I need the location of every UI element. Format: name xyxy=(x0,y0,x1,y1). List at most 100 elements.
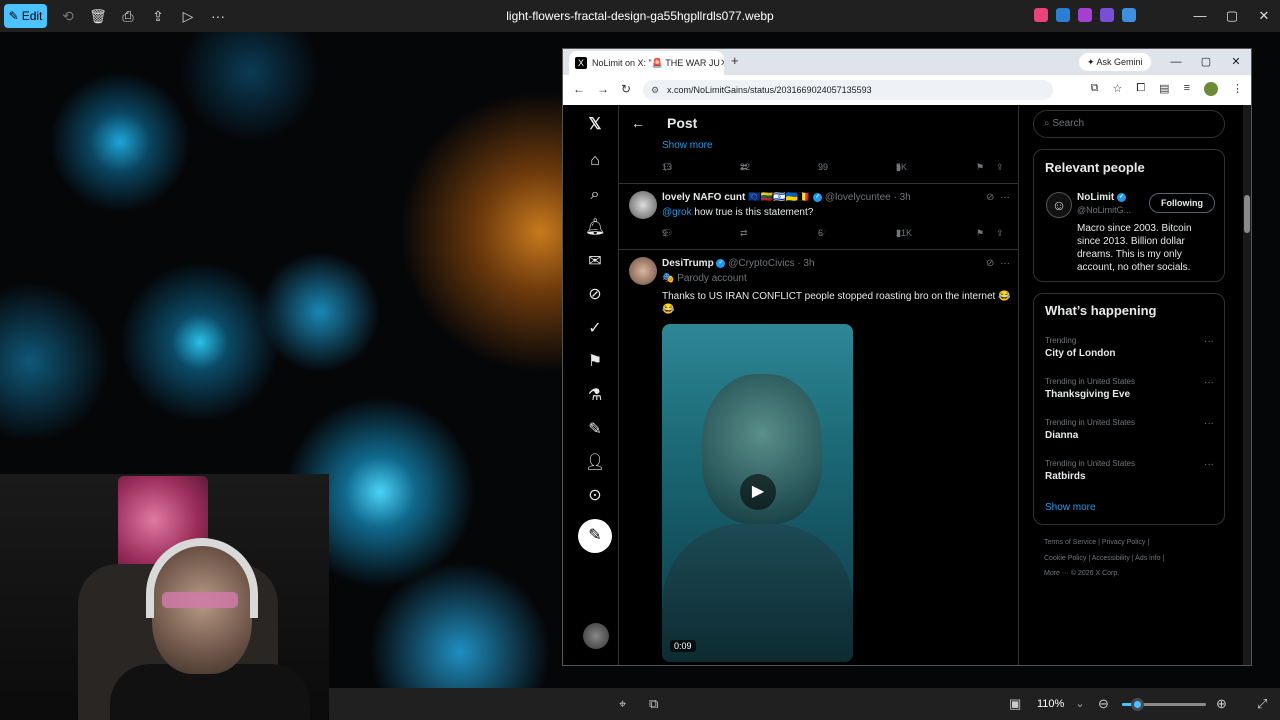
play-icon[interactable]: ▶ xyxy=(740,474,776,510)
profile-icon[interactable]: 👤︎ xyxy=(585,453,605,473)
zoom-slider[interactable] xyxy=(1122,698,1206,711)
more-icon[interactable]: ··· xyxy=(203,4,233,28)
edit-icon: ✎ xyxy=(8,9,19,23)
scrollbar[interactable] xyxy=(1243,105,1251,665)
profile-avatar[interactable] xyxy=(1204,82,1218,96)
compose-post-button[interactable]: ✎ xyxy=(578,519,612,553)
browser-menu-icon[interactable]: ⋮ xyxy=(1232,82,1243,96)
trend-more-icon[interactable]: ··· xyxy=(1204,459,1214,470)
new-tab-icon[interactable]: + xyxy=(731,53,739,68)
reload-icon[interactable]: ↻ xyxy=(621,82,631,96)
tweet-text: Thanks to US IRAN CONFLICT people stoppe… xyxy=(662,291,1011,315)
verified-icon: ✓ xyxy=(1117,192,1126,202)
grok-tweet-icon[interactable]: ⊘ xyxy=(986,192,994,203)
home-icon[interactable]: ⌂ xyxy=(585,151,605,171)
sidebar-icon[interactable]: ▤ xyxy=(1159,82,1169,96)
tweet-avatar[interactable] xyxy=(629,257,657,285)
footer-links[interactable]: Terms of Service | Privacy Policy | xyxy=(1044,539,1149,546)
url-field[interactable]: ⚙ x.com/NoLimitGains/status/203166902405… xyxy=(643,80,1053,100)
edit-button[interactable]: ✎ Edit xyxy=(4,4,47,28)
show-more-link[interactable]: Show more xyxy=(1045,502,1096,513)
onedrive-icon[interactable] xyxy=(1122,8,1136,22)
copilot-icon[interactable] xyxy=(1034,8,1048,22)
grok-tweet-icon[interactable]: ⊘ xyxy=(986,258,994,269)
browser-close-icon[interactable]: ✕ xyxy=(1221,49,1251,75)
tweet-avatar[interactable] xyxy=(629,191,657,219)
browser-minimize-icon[interactable]: — xyxy=(1161,49,1191,75)
browser-maximize-icon[interactable]: ▢ xyxy=(1191,49,1221,75)
tab-close-icon[interactable]: ✕ xyxy=(720,58,724,69)
forward-arrow-icon[interactable]: → xyxy=(597,82,609,96)
x-page: 𝕏 ⌂ ⌕ 🔔︎ ✉ ⊘ ✓ ⚑ ⚗ ✎ 👤︎ ⊙ ✎ ← Post Show … xyxy=(563,105,1251,665)
footer-links[interactable]: Cookie Policy | Accessibility | Ads info… xyxy=(1044,555,1164,562)
ask-gemini-button[interactable]: ✦ Ask Gemini xyxy=(1079,53,1151,71)
close-icon[interactable]: ✕ xyxy=(1248,0,1280,32)
back-icon[interactable]: ← xyxy=(631,115,645,131)
explore-icon[interactable]: ⌕ xyxy=(585,185,605,205)
articles-icon[interactable]: ✎ xyxy=(585,420,605,440)
visual-search-icon[interactable]: ⌖ xyxy=(619,688,626,720)
text-extract-icon[interactable]: ⧉ xyxy=(649,688,658,720)
share-post-icon[interactable]: ⇪ xyxy=(996,228,1004,239)
bookmark-star-icon[interactable]: ☆ xyxy=(1112,82,1122,96)
trend-item[interactable]: Thanksgiving Eve xyxy=(1045,389,1130,400)
x-right-sidebar: ⌕ Search Relevant people ☺ NoLimit ✓ @No… xyxy=(1019,105,1251,665)
browser-window: X NoLimit on X: "🚨 THE WAR JU ✕ + ✦ Ask … xyxy=(562,48,1252,666)
fit-icon[interactable]: ▣ xyxy=(1009,688,1021,720)
bookmarks-icon[interactable]: ⚑ xyxy=(585,352,605,372)
media-icon[interactable]: ≡ xyxy=(1184,82,1190,96)
bookmark-icon[interactable]: ⚑ xyxy=(976,162,984,173)
trend-item[interactable]: Dianna xyxy=(1045,430,1078,441)
trend-more-icon[interactable]: ··· xyxy=(1204,377,1214,388)
person-name[interactable]: NoLimit ✓ xyxy=(1077,192,1126,203)
clipchamp-icon[interactable] xyxy=(1078,8,1092,22)
zoom-slider-thumb[interactable] xyxy=(1131,698,1145,711)
bookmark-icon[interactable]: ⚑ xyxy=(976,228,984,239)
verified-orgs-icon[interactable]: ✓ xyxy=(585,319,605,339)
site-info-icon[interactable]: ⚙ xyxy=(651,80,659,100)
slideshow-icon[interactable]: ▷ xyxy=(173,4,203,28)
back-arrow-icon[interactable]: ← xyxy=(573,82,585,96)
video-player[interactable]: ▶ 0:09 xyxy=(662,324,853,662)
tweet-more-icon[interactable]: ··· xyxy=(1000,192,1010,203)
share-icon[interactable]: ⇪ xyxy=(143,4,173,28)
trend-item[interactable]: City of London xyxy=(1045,348,1116,359)
rotate-icon[interactable]: ⟲ xyxy=(53,4,83,28)
following-button[interactable]: Following xyxy=(1149,193,1215,213)
trend-more-icon[interactable]: ··· xyxy=(1204,336,1214,347)
scrollbar-thumb[interactable] xyxy=(1244,195,1250,233)
more-circle-icon[interactable]: ⊙ xyxy=(585,486,605,506)
show-more-link[interactable]: Show more xyxy=(662,140,713,151)
designer-icon[interactable] xyxy=(1056,8,1070,22)
notifications-icon[interactable]: 🔔︎ xyxy=(585,218,605,238)
zoom-in-icon[interactable]: ⊕ xyxy=(1216,688,1227,720)
extensions-icon[interactable]: ⧠ xyxy=(1136,82,1145,96)
search-input[interactable]: ⌕ Search xyxy=(1033,110,1225,138)
trend-more-icon[interactable]: ··· xyxy=(1204,418,1214,429)
photos-app-icon[interactable] xyxy=(1100,8,1114,22)
app-icons xyxy=(1034,8,1136,22)
jobs-icon[interactable]: ⚗ xyxy=(585,386,605,406)
grok-icon[interactable]: ⊘ xyxy=(585,285,605,305)
tweet-more-icon[interactable]: ··· xyxy=(1000,258,1010,269)
print-icon[interactable]: ⎙ xyxy=(113,4,143,28)
x-left-nav: 𝕏 ⌂ ⌕ 🔔︎ ✉ ⊘ ✓ ⚑ ⚗ ✎ 👤︎ ⊙ ✎ xyxy=(563,105,619,665)
zoom-out-icon[interactable]: ⊖ xyxy=(1098,688,1109,720)
x-home-logo-icon[interactable]: 𝕏 xyxy=(585,115,605,135)
browser-tab[interactable]: X NoLimit on X: "🚨 THE WAR JU ✕ xyxy=(569,51,724,75)
tweet-author[interactable]: DesiTrump ✓ @CryptoCivics · 3h xyxy=(662,258,815,269)
fullscreen-icon[interactable]: ⤢ xyxy=(1257,688,1267,720)
delete-icon[interactable]: 🗑 xyxy=(83,4,113,28)
messages-icon[interactable]: ✉ xyxy=(585,252,605,272)
install-icon[interactable]: ⧉ xyxy=(1091,82,1099,96)
person-handle: @NoLimitG... xyxy=(1077,205,1132,215)
tweet-author[interactable]: lovely NAFO cunt 🇪🇺🇱🇹🇮🇱🇺🇦🇧🇪 ✓ @lovelycun… xyxy=(662,192,911,203)
maximize-icon[interactable]: ▢ xyxy=(1216,0,1248,32)
share-post-icon[interactable]: ⇪ xyxy=(996,162,1004,173)
trend-item[interactable]: Ratbirds xyxy=(1045,471,1086,482)
minimize-icon[interactable]: — xyxy=(1184,0,1216,32)
person-avatar[interactable]: ☺ xyxy=(1046,192,1072,218)
account-avatar[interactable] xyxy=(583,623,609,649)
zoom-level[interactable]: 110% ⌄ xyxy=(1033,694,1089,714)
tweet-text: @grok how true is this statement? xyxy=(662,207,814,218)
